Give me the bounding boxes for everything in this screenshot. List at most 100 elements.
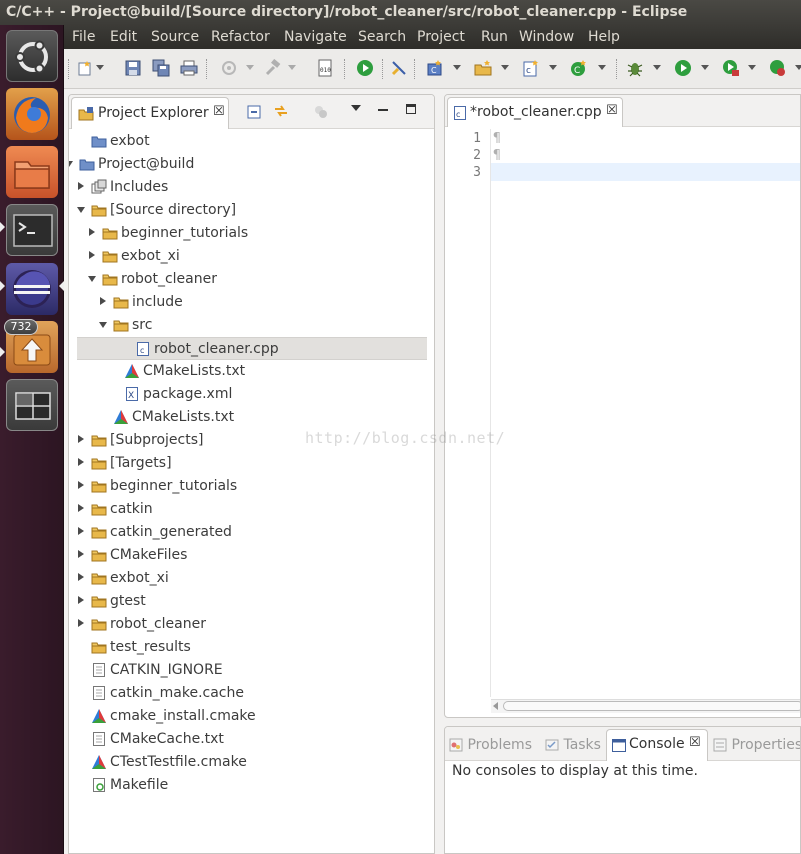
- tree-item[interactable]: robot_cleaner: [69, 268, 434, 291]
- terminal-button[interactable]: [6, 204, 58, 256]
- new-cpp-project-icon[interactable]: C: [426, 59, 444, 77]
- collapsed-arrow-icon[interactable]: [78, 527, 84, 535]
- build-config-dropdown-icon[interactable]: [246, 65, 254, 70]
- tree-item[interactable]: exbot_xi: [69, 567, 434, 590]
- close-icon[interactable]: ☒: [689, 735, 701, 750]
- scrollbar-thumb[interactable]: [503, 701, 800, 711]
- menu-run[interactable]: Run: [481, 25, 508, 49]
- minimize-icon[interactable]: [378, 109, 388, 111]
- collapsed-arrow-icon[interactable]: [78, 481, 84, 489]
- expanded-arrow-icon[interactable]: [77, 207, 85, 213]
- new-folder-icon[interactable]: [474, 59, 492, 77]
- menu-navigate[interactable]: Navigate: [284, 25, 347, 49]
- tree-item[interactable]: CMakeCache.txt: [69, 728, 434, 751]
- menu-search[interactable]: Search: [358, 25, 406, 49]
- maximize-icon[interactable]: [406, 104, 416, 114]
- new-icon[interactable]: [76, 59, 94, 77]
- print-icon[interactable]: [180, 59, 198, 77]
- tree-item-selected[interactable]: c robot_cleaner.cpp: [77, 337, 427, 360]
- binary-icon[interactable]: 010: [316, 59, 334, 77]
- tree-item[interactable]: CMakeFiles: [69, 544, 434, 567]
- build-config-icon[interactable]: [220, 59, 238, 77]
- save-all-icon[interactable]: [152, 59, 170, 77]
- new-dropdown-icon[interactable]: [96, 65, 104, 70]
- menu-refactor[interactable]: Refactor: [211, 25, 270, 49]
- tree-item[interactable]: Xpackage.xml: [69, 383, 434, 406]
- menu-file[interactable]: File: [72, 25, 95, 49]
- tab-problems[interactable]: Problems: [449, 731, 532, 761]
- close-icon[interactable]: ☒: [213, 104, 225, 119]
- tree-item[interactable]: catkin_make.cache: [69, 682, 434, 705]
- external-tools-dropdown-icon[interactable]: [748, 65, 756, 70]
- menu-edit[interactable]: Edit: [110, 25, 137, 49]
- new-c-class-dropdown-icon[interactable]: [598, 65, 606, 70]
- new-project-dropdown-icon[interactable]: [453, 65, 461, 70]
- tree-item[interactable]: include: [69, 291, 434, 314]
- tree-item[interactable]: robot_cleaner: [69, 613, 434, 636]
- build-dropdown-icon[interactable]: [288, 65, 296, 70]
- tree-item[interactable]: test_results: [69, 636, 434, 659]
- collapsed-arrow-icon[interactable]: [78, 182, 84, 190]
- tree-item[interactable]: CMakeLists.txt: [69, 360, 434, 383]
- tree-item[interactable]: exbot_xi: [69, 245, 434, 268]
- debug-icon[interactable]: [626, 59, 644, 77]
- tree-item[interactable]: Makefile: [69, 774, 434, 797]
- save-icon[interactable]: [124, 59, 142, 77]
- menu-window[interactable]: Window: [519, 25, 574, 49]
- tree-item[interactable]: exbot: [69, 130, 434, 153]
- menu-source[interactable]: Source: [151, 25, 199, 49]
- run-icon[interactable]: [356, 59, 374, 77]
- tab-tasks[interactable]: Tasks: [545, 731, 601, 761]
- tree-item[interactable]: CTestTestfile.cmake: [69, 751, 434, 774]
- expanded-arrow-icon[interactable]: [69, 161, 73, 167]
- collapsed-arrow-icon[interactable]: [78, 596, 84, 604]
- run-as-dropdown-icon[interactable]: [701, 65, 709, 70]
- tree-item[interactable]: CATKIN_IGNORE: [69, 659, 434, 682]
- close-icon[interactable]: ☒: [606, 103, 618, 118]
- workspace-switcher-button[interactable]: [6, 379, 58, 431]
- collapsed-arrow-icon[interactable]: [78, 458, 84, 466]
- new-class-dropdown-icon[interactable]: [549, 65, 557, 70]
- collapsed-arrow-icon[interactable]: [78, 573, 84, 581]
- files-button[interactable]: [6, 146, 58, 198]
- tree-item[interactable]: [Source directory]: [69, 199, 434, 222]
- new-class-icon[interactable]: c: [522, 59, 540, 77]
- menu-project[interactable]: Project: [417, 25, 465, 49]
- collapsed-arrow-icon[interactable]: [78, 619, 84, 627]
- code-text-area[interactable]: ¶ ¶: [491, 129, 800, 697]
- new-c-class-icon[interactable]: C: [570, 59, 588, 77]
- collapsed-arrow-icon[interactable]: [78, 504, 84, 512]
- profile-icon[interactable]: [769, 59, 787, 77]
- collapsed-arrow-icon[interactable]: [78, 435, 84, 443]
- tree-item[interactable]: catkin: [69, 498, 434, 521]
- run-external-tools-icon[interactable]: [722, 59, 740, 77]
- tab-properties[interactable]: Properties: [713, 731, 800, 761]
- collapsed-arrow-icon[interactable]: [78, 550, 84, 558]
- run-as-icon[interactable]: [674, 59, 692, 77]
- eclipse-button[interactable]: [6, 263, 58, 315]
- firefox-button[interactable]: [6, 88, 58, 140]
- debug-dropdown-icon[interactable]: [653, 65, 661, 70]
- scroll-left-icon[interactable]: [493, 702, 498, 710]
- collapsed-arrow-icon[interactable]: [89, 251, 95, 259]
- editor-tab-robot-cleaner-cpp[interactable]: c *robot_cleaner.cpp ☒: [447, 97, 623, 127]
- ubuntu-dash-button[interactable]: [6, 30, 58, 82]
- tree-item[interactable]: cmake_install.cmake: [69, 705, 434, 728]
- collapse-all-icon[interactable]: [247, 105, 261, 119]
- build-icon[interactable]: [264, 59, 282, 77]
- tree-item[interactable]: Includes: [69, 176, 434, 199]
- collapsed-arrow-icon[interactable]: [100, 297, 106, 305]
- tree-item[interactable]: gtest: [69, 590, 434, 613]
- tree-item[interactable]: src: [69, 314, 434, 337]
- menu-help[interactable]: Help: [588, 25, 620, 49]
- tree-item[interactable]: catkin_generated: [69, 521, 434, 544]
- filter-icon[interactable]: [313, 104, 329, 120]
- tree-item[interactable]: [Targets]: [69, 452, 434, 475]
- new-folder-dropdown-icon[interactable]: [501, 65, 509, 70]
- tree-item[interactable]: Project@build: [69, 153, 434, 176]
- link-with-editor-icon[interactable]: [273, 103, 289, 119]
- tree-item[interactable]: beginner_tutorials: [69, 222, 434, 245]
- project-explorer-tab[interactable]: Project Explorer ☒: [71, 97, 229, 129]
- expanded-arrow-icon[interactable]: [88, 276, 96, 282]
- tab-console[interactable]: Console ☒: [606, 729, 708, 761]
